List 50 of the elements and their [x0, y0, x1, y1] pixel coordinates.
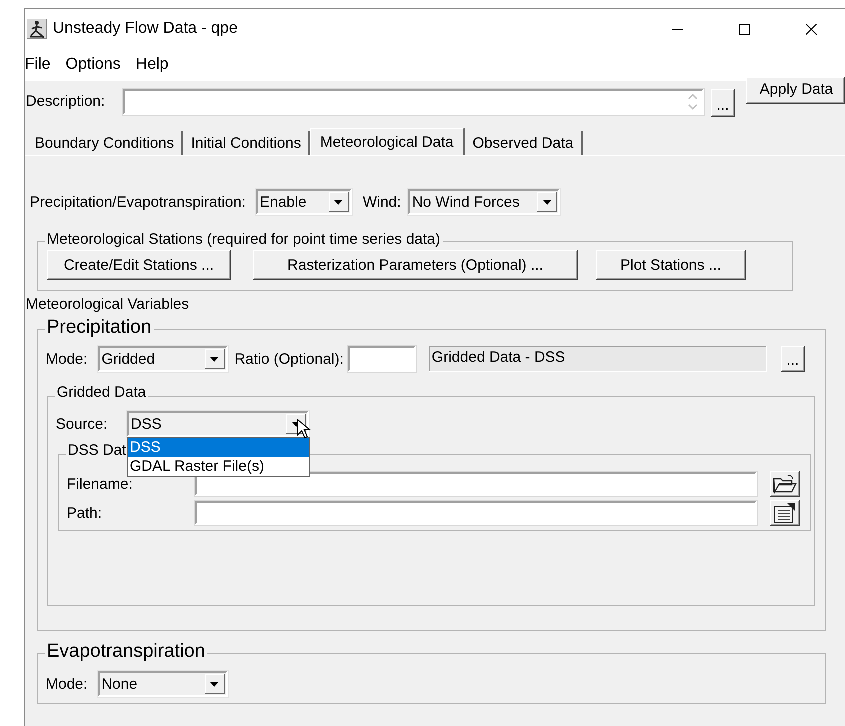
menu-item[interactable]: Help	[136, 56, 169, 74]
field-label: Mode:	[46, 676, 88, 692]
menu-item[interactable]: File	[25, 56, 51, 74]
group-title: Evapotranspiration	[47, 641, 206, 662]
wind-dropdown[interactable]: No Wind Forces	[408, 189, 560, 215]
field-label: Filename:	[67, 476, 134, 492]
mode-dropdown[interactable]: None	[98, 671, 228, 697]
precip-evap-dropdown[interactable]: Enable	[256, 189, 352, 215]
spin-arrows-icon	[688, 92, 698, 112]
more-button[interactable]: ...	[780, 346, 805, 372]
ratio-field[interactable]	[348, 346, 416, 372]
station-button[interactable]: Rasterization Parameters (Optional) ...	[253, 250, 578, 280]
field-label: Wind:	[362, 194, 402, 210]
source-dropdown[interactable]: DSS	[127, 411, 309, 437]
dropdown-arrow-icon[interactable]	[210, 356, 220, 362]
field-label: Precipitation/Evapotranspiration:	[30, 194, 246, 210]
dropdown-arrow-icon[interactable]	[542, 200, 552, 204]
field-label: Description:	[26, 93, 106, 110]
group-title: Meteorological Stations (required for point time series data)	[47, 231, 441, 248]
window-title: Unsteady Flow Data - qpe	[53, 20, 238, 38]
description-field[interactable]	[122, 89, 704, 115]
browse-button[interactable]	[770, 500, 800, 526]
dropdown-option[interactable]: DSS	[128, 438, 309, 457]
field-label: Ratio (Optional):	[234, 350, 344, 368]
station-button[interactable]: Plot Stations ...	[596, 250, 746, 280]
path-field[interactable]	[195, 501, 757, 525]
field-label: Path:	[67, 504, 104, 522]
tab[interactable]: Observed Data	[464, 131, 583, 155]
menu-item[interactable]: Options	[66, 56, 121, 74]
document-icon	[773, 502, 797, 524]
more-button[interactable]: ...	[711, 89, 735, 117]
station-button[interactable]: Create/Edit Stations ...	[47, 250, 231, 280]
browse-button[interactable]	[770, 471, 800, 497]
group-title: Gridded Data	[57, 384, 146, 401]
group-title: DSS Dat	[68, 442, 126, 459]
field-label: Meteorological Variables	[26, 296, 190, 313]
dropdown-arrow-icon[interactable]	[210, 682, 220, 686]
app-figure-icon	[27, 19, 47, 39]
apply-data-button[interactable]: Apply Data	[746, 77, 845, 104]
group-title: Precipitation	[47, 317, 152, 338]
close-icon	[806, 24, 817, 34]
field-label: Mode:	[46, 350, 88, 368]
mode-dropdown[interactable]: Gridded	[98, 346, 228, 372]
maximize-icon	[739, 24, 750, 34]
summary-field: Gridded Data - DSS	[428, 346, 767, 372]
folder-icon	[773, 474, 797, 494]
field-label: Source:	[56, 416, 109, 432]
dropdown-arrow-icon[interactable]	[334, 200, 344, 204]
tab[interactable]: Meteorological Data	[310, 128, 465, 156]
dropdown-option[interactable]: GDAL Raster File(s)	[128, 457, 309, 476]
